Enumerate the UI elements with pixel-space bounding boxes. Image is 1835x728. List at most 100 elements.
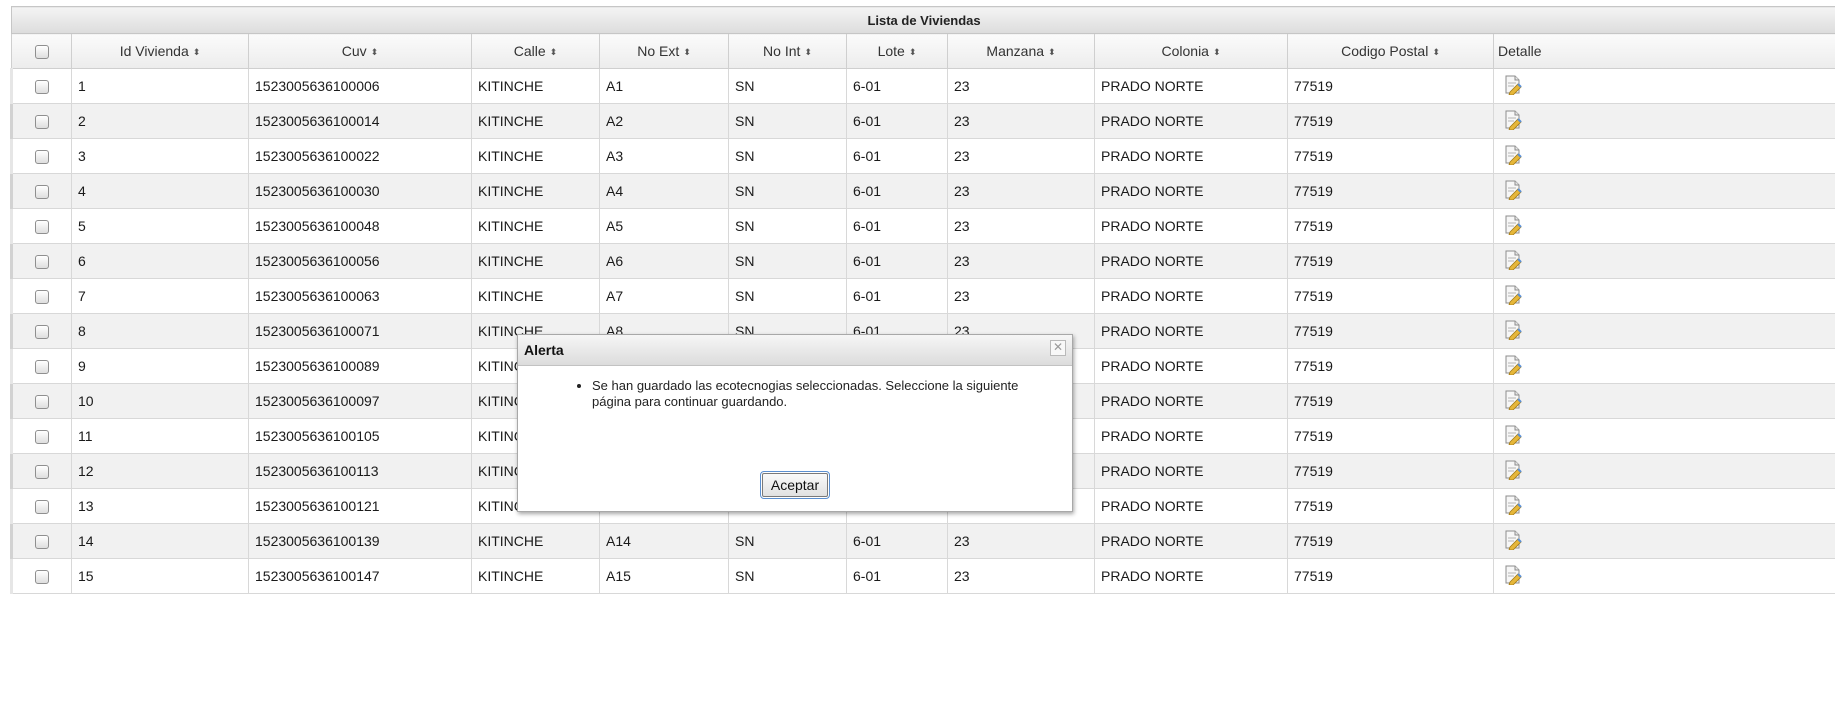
- sort-icon[interactable]: ⬍: [909, 47, 917, 57]
- row-select-cell: [10, 383, 72, 419]
- row-select-cell: [10, 173, 72, 209]
- column-header-manzana[interactable]: Manzana ⬍: [947, 33, 1095, 69]
- cell-no-int: SN: [728, 173, 847, 209]
- cell-detalle: [1492, 138, 1835, 174]
- cell-colonia: PRADO NORTE: [1094, 453, 1288, 489]
- column-header-cuv[interactable]: Cuv ⬍: [248, 33, 472, 69]
- cell-detalle: [1492, 313, 1835, 349]
- column-header-label: No Int: [763, 43, 801, 59]
- edit-document-icon[interactable]: [1504, 75, 1522, 98]
- row-checkbox[interactable]: [35, 500, 49, 515]
- table-row[interactable]: 6 1523005636100056 KITINCHE A6 SN 6-01 23 PRADO…: [10, 243, 1835, 279]
- cell-cuv: 1523005636100113: [248, 453, 472, 489]
- row-checkbox[interactable]: [35, 465, 49, 480]
- table-row[interactable]: 7 1523005636100063 KITINCHE A7 SN 6-01 23 PRADO…: [10, 278, 1835, 314]
- cell-calle: KITINCHE: [471, 243, 600, 279]
- cell-detalle: [1492, 523, 1835, 559]
- row-checkbox[interactable]: [35, 115, 49, 130]
- sort-icon[interactable]: ⬍: [683, 47, 691, 57]
- edit-document-icon[interactable]: [1504, 460, 1522, 483]
- cell-detalle: [1492, 243, 1835, 279]
- alert-dialog: Alerta ✕ Se han guardado las ecotecnogia…: [517, 334, 1073, 512]
- sort-icon[interactable]: ⬍: [371, 47, 379, 57]
- edit-document-icon[interactable]: [1504, 355, 1522, 378]
- edit-document-icon[interactable]: [1504, 425, 1522, 448]
- row-select-cell: [10, 243, 72, 279]
- column-header-no-int[interactable]: No Int ⬍: [728, 33, 847, 69]
- row-checkbox[interactable]: [35, 80, 49, 95]
- column-header-label: Codigo Postal: [1341, 43, 1429, 59]
- row-checkbox[interactable]: [35, 395, 49, 410]
- cell-codigo-postal: 77519: [1287, 278, 1494, 314]
- cell-cuv: 1523005636100097: [248, 383, 472, 419]
- cell-no-int: SN: [728, 68, 847, 104]
- sort-icon[interactable]: ⬍: [550, 47, 558, 57]
- column-header-lote[interactable]: Lote ⬍: [846, 33, 948, 69]
- row-checkbox[interactable]: [35, 535, 49, 550]
- cell-colonia: PRADO NORTE: [1094, 173, 1288, 209]
- cell-no-ext: A5: [599, 208, 729, 244]
- cell-colonia: PRADO NORTE: [1094, 348, 1288, 384]
- close-icon[interactable]: ✕: [1050, 340, 1066, 356]
- cell-no-int: SN: [728, 103, 847, 139]
- sort-icon[interactable]: ⬍: [1213, 47, 1221, 57]
- table-row[interactable]: 15 1523005636100147 KITINCHE A15 SN 6-01 23 PRA…: [10, 558, 1835, 594]
- cell-no-ext: A7: [599, 278, 729, 314]
- select-all-checkbox[interactable]: [34, 45, 49, 60]
- edit-document-icon[interactable]: [1504, 145, 1522, 168]
- row-checkbox[interactable]: [35, 325, 49, 340]
- column-header-id[interactable]: Id Vivienda ⬍: [71, 33, 249, 69]
- row-checkbox[interactable]: [35, 430, 49, 445]
- table-row[interactable]: 14 1523005636100139 KITINCHE A14 SN 6-01 23 PRA…: [10, 523, 1835, 559]
- edit-document-icon[interactable]: [1504, 565, 1522, 588]
- cell-calle: KITINCHE: [471, 173, 600, 209]
- cell-id: 15: [71, 558, 249, 594]
- table-row[interactable]: 1 1523005636100006 KITINCHE A1 SN 6-01 23 PRADO…: [10, 68, 1835, 104]
- row-checkbox[interactable]: [35, 360, 49, 375]
- edit-document-icon[interactable]: [1504, 250, 1522, 273]
- row-checkbox[interactable]: [35, 255, 49, 270]
- row-checkbox[interactable]: [35, 150, 49, 165]
- cell-lote: 6-01: [846, 208, 948, 244]
- table-row[interactable]: 3 1523005636100022 KITINCHE A3 SN 6-01 23 PRADO…: [10, 138, 1835, 174]
- row-checkbox[interactable]: [35, 220, 49, 235]
- edit-document-icon[interactable]: [1504, 530, 1522, 553]
- cell-codigo-postal: 77519: [1287, 103, 1494, 139]
- sort-icon[interactable]: ⬍: [1048, 47, 1056, 57]
- cell-detalle: [1492, 278, 1835, 314]
- sort-icon[interactable]: ⬍: [1432, 47, 1440, 57]
- column-header-codigo-postal[interactable]: Codigo Postal ⬍: [1287, 33, 1494, 69]
- cell-manzana: 23: [947, 243, 1095, 279]
- edit-document-icon[interactable]: [1504, 110, 1522, 133]
- column-header-colonia[interactable]: Colonia ⬍: [1094, 33, 1288, 69]
- table-row[interactable]: 5 1523005636100048 KITINCHE A5 SN 6-01 23 PRADO…: [10, 208, 1835, 244]
- column-header-label: Colonia: [1161, 43, 1209, 59]
- row-checkbox[interactable]: [35, 290, 49, 305]
- cell-manzana: 23: [947, 558, 1095, 594]
- cell-id: 5: [71, 208, 249, 244]
- row-checkbox[interactable]: [35, 570, 49, 585]
- edit-document-icon[interactable]: [1504, 390, 1522, 413]
- cell-detalle: [1492, 348, 1835, 384]
- cell-detalle: [1492, 103, 1835, 139]
- grid-caption: Lista de Viviendas: [10, 6, 1835, 34]
- accept-button[interactable]: Aceptar: [759, 471, 831, 499]
- sort-icon[interactable]: ⬍: [804, 47, 812, 57]
- edit-document-icon[interactable]: [1504, 215, 1522, 238]
- cell-cuv: 1523005636100121: [248, 488, 472, 524]
- row-checkbox[interactable]: [35, 185, 49, 200]
- table-row[interactable]: 2 1523005636100014 KITINCHE A2 SN 6-01 23 PRADO…: [10, 103, 1835, 139]
- table-row[interactable]: 4 1523005636100030 KITINCHE A4 SN 6-01 23 PRADO…: [10, 173, 1835, 209]
- column-header-calle[interactable]: Calle ⬍: [471, 33, 600, 69]
- row-select-cell: [10, 278, 72, 314]
- edit-document-icon[interactable]: [1504, 320, 1522, 343]
- sort-icon[interactable]: ⬍: [193, 47, 201, 57]
- edit-document-icon[interactable]: [1504, 180, 1522, 203]
- edit-document-icon[interactable]: [1504, 285, 1522, 308]
- cell-colonia: PRADO NORTE: [1094, 103, 1288, 139]
- edit-document-icon[interactable]: [1504, 495, 1522, 518]
- column-header-no-ext[interactable]: No Ext ⬍: [599, 33, 729, 69]
- cell-detalle: [1492, 383, 1835, 419]
- alert-message-list: Se han guardado las ecotecnogias selecci…: [578, 378, 1042, 410]
- cell-calle: KITINCHE: [471, 68, 600, 104]
